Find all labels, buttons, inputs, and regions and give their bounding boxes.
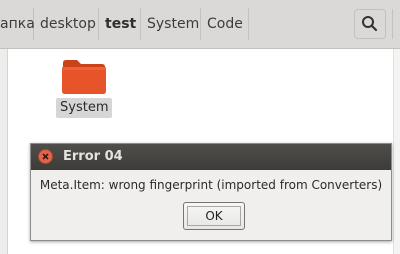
close-button[interactable] (38, 149, 53, 164)
breadcrumb-label: desktop (40, 16, 96, 32)
dialog-message: Meta.Item: wrong fingerprint (imported f… (39, 178, 383, 192)
breadcrumb-desktop[interactable]: desktop (34, 8, 99, 40)
folder-icon[interactable] (61, 57, 107, 95)
sidebar-edge (0, 49, 8, 254)
breadcrumb-label: апка (0, 16, 35, 32)
close-icon (42, 153, 49, 160)
breadcrumb-system[interactable]: System (141, 8, 201, 40)
breadcrumb-label: test (105, 16, 137, 32)
breadcrumb-code[interactable]: Code (201, 8, 249, 40)
error-dialog: Error 04 Meta.Item: wrong fingerprint (i… (30, 143, 392, 241)
breadcrumb-test[interactable]: test (99, 8, 141, 40)
dialog-titlebar: Error 04 (31, 144, 391, 170)
breadcrumb-label: Code (207, 16, 243, 32)
breadcrumb-parent[interactable]: апка (0, 8, 35, 40)
path-bar: апка desktop test System Code (0, 0, 400, 49)
dialog-title: Error 04 (63, 149, 123, 164)
breadcrumb-label: System (147, 16, 200, 32)
search-button[interactable] (354, 9, 386, 39)
file-name-label[interactable]: System (56, 98, 113, 118)
ok-button-label: OK (205, 209, 223, 223)
search-icon (362, 16, 378, 32)
ok-button[interactable]: OK (183, 202, 245, 230)
scrollbar-track[interactable] (393, 49, 400, 254)
toolbar-edge (392, 9, 400, 39)
